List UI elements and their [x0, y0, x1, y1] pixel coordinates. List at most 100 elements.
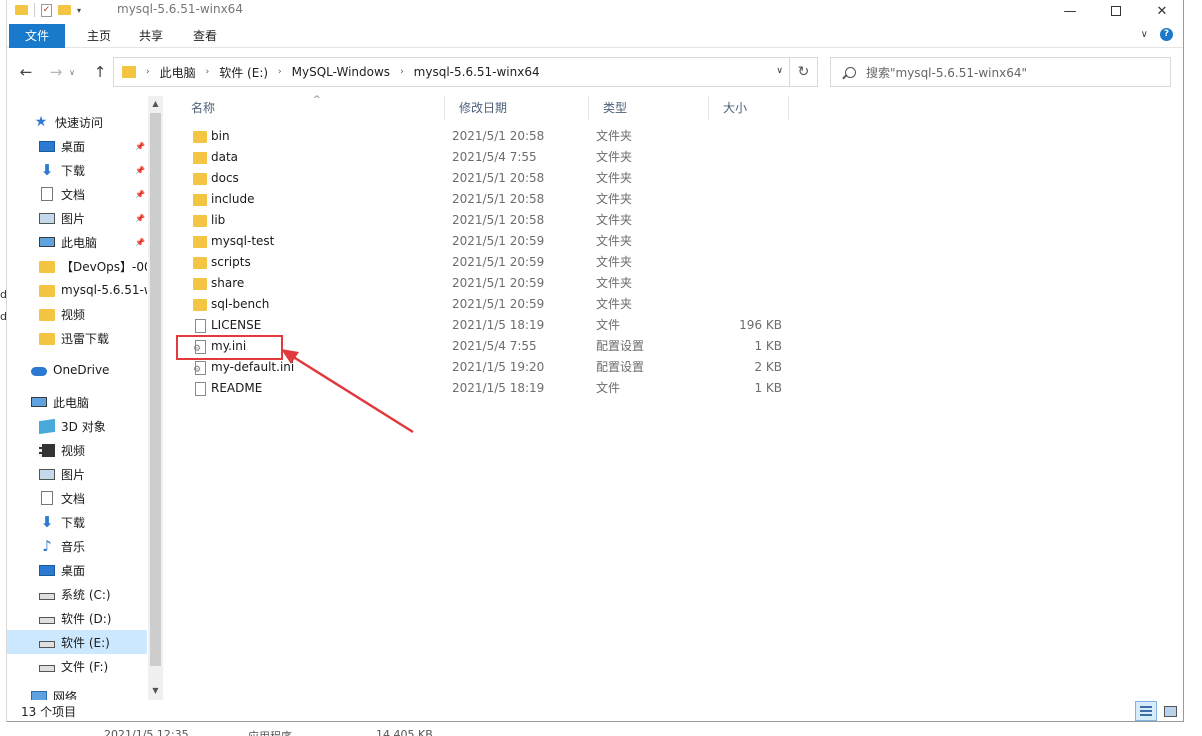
nav-item[interactable]: 图片 📌: [7, 206, 147, 230]
folder-icon: [15, 5, 28, 15]
nav-item[interactable]: mysql-5.6.51-w: [7, 278, 147, 302]
settings-file-icon: [193, 361, 206, 375]
help-icon[interactable]: ?: [1160, 28, 1173, 41]
nav-scrollbar[interactable]: ▲ ▼: [148, 96, 163, 700]
divider: [34, 3, 35, 17]
nav-item[interactable]: 文档 📌: [7, 182, 147, 206]
nav-item[interactable]: 网络: [7, 684, 147, 700]
file-name: scripts: [211, 255, 251, 269]
nav-item[interactable]: 此电脑: [7, 390, 147, 414]
folder-icon: [39, 308, 55, 321]
file-row[interactable]: data 2021/5/4 7:55 文件夹: [177, 147, 787, 168]
column-header-name[interactable]: 名称 ^: [177, 95, 445, 120]
chevron-right-icon[interactable]: ›: [206, 67, 210, 77]
column-header-type[interactable]: 类型: [589, 96, 709, 120]
file-date: 2021/5/1 20:59: [452, 276, 545, 290]
address-bar[interactable]: › 此电脑 › 软件 (E:) › MySQL-Windows › mysql-…: [113, 57, 790, 87]
tab-home[interactable]: 主页: [75, 24, 123, 48]
properties-icon[interactable]: ✓: [41, 3, 52, 17]
arrow-right-icon: →: [49, 63, 63, 81]
pin-icon[interactable]: 📌: [135, 190, 145, 199]
nav-item[interactable]: ⬇ 下载: [7, 510, 147, 534]
tab-share[interactable]: 共享: [127, 24, 175, 48]
nav-item[interactable]: 图片: [7, 462, 147, 486]
file-row[interactable]: share 2021/5/1 20:59 文件夹: [177, 273, 787, 294]
tab-file[interactable]: 文件: [9, 24, 65, 48]
nav-item[interactable]: 3D 对象: [7, 414, 147, 438]
pin-icon[interactable]: 📌: [135, 142, 145, 151]
large-icons-view-button[interactable]: [1159, 701, 1181, 721]
scroll-down-icon[interactable]: ▼: [148, 683, 163, 699]
nav-item[interactable]: ⬇ 下载 📌: [7, 158, 147, 182]
nav-item[interactable]: 视频: [7, 438, 147, 462]
file-type: 文件夹: [596, 192, 633, 206]
file-row[interactable]: include 2021/5/1 20:58 文件夹: [177, 189, 787, 210]
file-row[interactable]: LICENSE 2021/1/5 18:19 文件 196 KB: [177, 315, 787, 336]
nav-item[interactable]: 文件 (F:): [7, 654, 147, 678]
recent-locations-button[interactable]: ∨: [65, 61, 79, 83]
nav-item[interactable]: 桌面 📌: [7, 134, 147, 158]
folder-icon: [193, 257, 207, 269]
chevron-right-icon[interactable]: ›: [146, 67, 150, 77]
nav-item[interactable]: OneDrive: [7, 358, 147, 382]
folder-icon: [39, 284, 55, 297]
file-row[interactable]: README 2021/1/5 18:19 文件 1 KB: [177, 378, 787, 399]
folder-icon: [122, 66, 136, 78]
pin-icon[interactable]: 📌: [135, 238, 145, 247]
pin-icon[interactable]: 📌: [135, 214, 145, 223]
details-view-button[interactable]: [1135, 701, 1157, 721]
scrollbar-thumb[interactable]: [150, 113, 161, 666]
nav-item[interactable]: 文档: [7, 486, 147, 510]
back-button[interactable]: ←: [15, 61, 37, 83]
close-button[interactable]: ✕: [1139, 0, 1183, 22]
nav-item[interactable]: 桌面: [7, 558, 147, 582]
breadcrumb-drive-e[interactable]: 软件 (E:): [219, 64, 268, 81]
file-row[interactable]: mysql-test 2021/5/1 20:59 文件夹: [177, 231, 787, 252]
file-name: data: [211, 150, 239, 164]
search-input[interactable]: 搜索"mysql-5.6.51-winx64": [830, 57, 1171, 87]
file-row[interactable]: docs 2021/5/1 20:58 文件夹: [177, 168, 787, 189]
up-button[interactable]: ↑: [89, 61, 111, 83]
status-bar: 13 个项目: [7, 700, 1183, 721]
scroll-up-icon[interactable]: ▲: [148, 96, 163, 112]
nav-item[interactable]: 视频: [7, 302, 147, 326]
column-header-date[interactable]: 修改日期: [445, 96, 589, 120]
file-type: 文件夹: [596, 150, 633, 164]
file-row[interactable]: bin 2021/5/1 20:58 文件夹: [177, 126, 787, 147]
refresh-button[interactable]: ↻: [790, 57, 818, 87]
customize-toolbar-icon[interactable]: ▾: [77, 6, 81, 15]
nav-item[interactable]: 【DevOps】-00: [7, 254, 147, 278]
file-name: bin: [211, 129, 230, 143]
nav-item[interactable]: 软件 (E:): [7, 630, 147, 654]
pin-icon[interactable]: 📌: [135, 166, 145, 175]
file-date: 2021/5/4 7:55: [452, 339, 537, 353]
file-row[interactable]: scripts 2021/5/1 20:59 文件夹: [177, 252, 787, 273]
nav-item[interactable]: 系统 (C:): [7, 582, 147, 606]
document-icon: [41, 187, 53, 201]
breadcrumb-this-pc[interactable]: 此电脑: [160, 64, 196, 81]
new-folder-icon[interactable]: [58, 5, 71, 15]
chevron-down-icon[interactable]: ∨: [1141, 29, 1148, 40]
maximize-button[interactable]: [1093, 0, 1139, 22]
chevron-right-icon[interactable]: ›: [278, 67, 282, 77]
3d-objects-icon: [39, 418, 55, 434]
file-date: 2021/5/4 7:55: [452, 150, 537, 164]
file-row[interactable]: lib 2021/5/1 20:58 文件夹: [177, 210, 787, 231]
address-dropdown-icon[interactable]: ∨: [776, 66, 783, 76]
file-icon: [195, 319, 206, 333]
breadcrumb-current-folder[interactable]: mysql-5.6.51-winx64: [414, 65, 540, 79]
breadcrumb-mysql-windows[interactable]: MySQL-Windows: [292, 65, 390, 79]
column-header-size[interactable]: 大小: [709, 96, 789, 120]
nav-item[interactable]: ★ 快速访问: [7, 110, 147, 134]
file-row[interactable]: sql-bench 2021/5/1 20:59 文件夹: [177, 294, 787, 315]
forward-button[interactable]: →: [45, 61, 67, 83]
nav-item[interactable]: 此电脑 📌: [7, 230, 147, 254]
nav-item[interactable]: ♪ 音乐: [7, 534, 147, 558]
nav-item[interactable]: 软件 (D:): [7, 606, 147, 630]
nav-item[interactable]: 迅雷下载: [7, 326, 147, 350]
minimize-button[interactable]: —: [1047, 0, 1093, 22]
file-row[interactable]: my-default.ini2021/1/5 19:20配置设置2 KB: [177, 357, 787, 378]
chevron-right-icon[interactable]: ›: [400, 67, 404, 77]
tab-view[interactable]: 查看: [181, 24, 229, 48]
file-type: 文件夹: [596, 213, 633, 227]
